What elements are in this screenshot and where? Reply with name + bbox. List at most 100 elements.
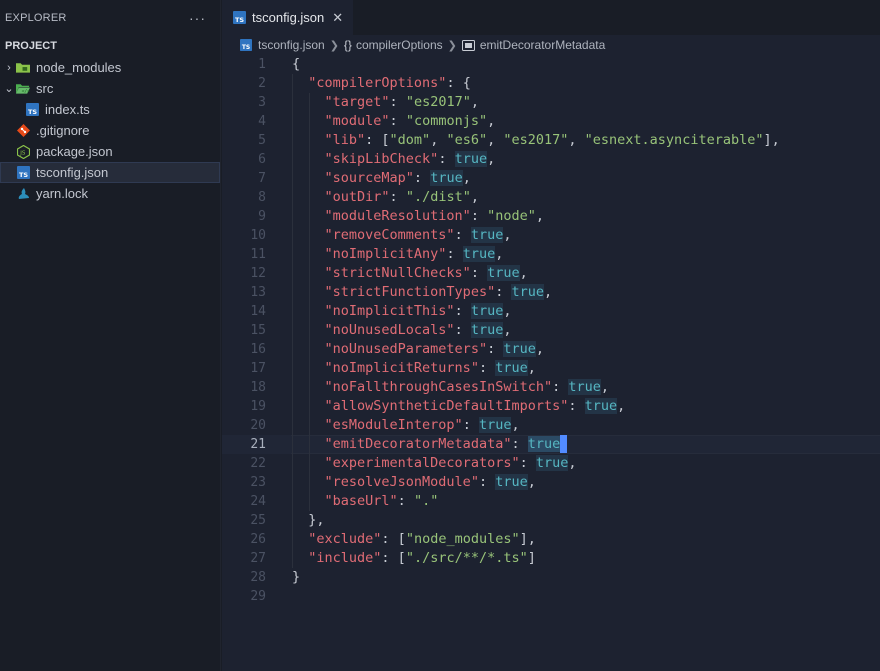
code-line[interactable]: 22 "experimentalDecorators": true, — [222, 454, 880, 473]
json-string: "./src/**/*.ts" — [405, 550, 528, 566]
json-key: "exclude" — [308, 531, 382, 547]
code-text: "noImplicitAny": true, — [292, 245, 503, 264]
json-punctuation: : { — [446, 75, 471, 91]
project-section-header[interactable]: PROJECT — [0, 36, 220, 56]
code-line[interactable]: 6 "skipLibCheck": true, — [222, 150, 880, 169]
indent-guide — [292, 549, 293, 568]
indent-guide — [292, 150, 293, 169]
code-line[interactable]: 20 "esModuleInterop": true, — [222, 416, 880, 435]
explorer-title: EXPLORER — [5, 12, 67, 24]
chevron-right-icon[interactable]: › — [2, 62, 16, 74]
json-punctuation: : — [552, 379, 569, 395]
breadcrumb-file[interactable]: TS tsconfig.json — [239, 38, 325, 52]
code-line[interactable]: 21 "emitDecoratorMetadata": true — [222, 435, 880, 454]
explorer-header: EXPLORER ··· — [0, 0, 220, 36]
indent-guide — [292, 169, 293, 188]
chevron-down-icon[interactable]: ⌄ — [2, 82, 16, 95]
json-key: "baseUrl" — [324, 493, 398, 509]
line-number: 28 — [250, 570, 266, 585]
code-line[interactable]: 27 "include": ["./src/**/*.ts"] — [222, 549, 880, 568]
code-line[interactable]: 17 "noImplicitReturns": true, — [222, 359, 880, 378]
code-line[interactable]: 16 "noUnusedParameters": true, — [222, 340, 880, 359]
json-punctuation: , — [519, 265, 528, 281]
code-text: "sourceMap": true, — [292, 169, 471, 188]
indent-guide — [292, 321, 293, 340]
line-number: 15 — [250, 323, 266, 338]
code-line[interactable]: 29 — [222, 587, 880, 606]
json-punctuation: : — [568, 398, 585, 414]
code-line[interactable]: 13 "strictFunctionTypes": true, — [222, 283, 880, 302]
close-icon[interactable]: ✕ — [332, 10, 343, 26]
code-line[interactable]: 15 "noUnusedLocals": true, — [222, 321, 880, 340]
code-line[interactable]: 11 "noImplicitAny": true, — [222, 245, 880, 264]
indent-guide — [292, 454, 293, 473]
json-punctuation: : — [389, 94, 406, 110]
indent-guide — [309, 131, 310, 150]
code-line[interactable]: 3 "target": "es2017", — [222, 93, 880, 112]
code-line[interactable]: 24 "baseUrl": "." — [222, 492, 880, 511]
json-punctuation: ] — [527, 550, 536, 566]
code-text: "lib": ["dom", "es6", "es2017", "esnext.… — [292, 131, 780, 150]
json-punctuation: , — [600, 379, 610, 395]
line-number: 25 — [250, 513, 266, 528]
code-text: { — [292, 55, 300, 74]
line-number: 18 — [250, 380, 266, 395]
more-actions-button[interactable]: ··· — [189, 10, 206, 26]
line-number: 2 — [258, 76, 266, 91]
indent-guide — [309, 207, 310, 226]
code-text: "noUnusedLocals": true, — [292, 321, 511, 340]
tree-item-src[interactable]: ⌄ </> src — [0, 78, 220, 99]
json-punctuation — [292, 75, 308, 91]
json-key: "allowSyntheticDefaultImports" — [324, 398, 569, 414]
tree-item-package-json[interactable]: JS package.json — [0, 141, 220, 162]
line-number: 3 — [258, 95, 266, 110]
indent-guide — [309, 397, 310, 416]
code-line[interactable]: 23 "resolveJsonModule": true, — [222, 473, 880, 492]
tree-item-node-modules[interactable]: › node_modules — [0, 57, 220, 78]
code-line[interactable]: 10 "removeComments": true, — [222, 226, 880, 245]
tab-tsconfig-json[interactable]: TS tsconfig.json ✕ — [222, 0, 354, 35]
code-line[interactable]: 14 "noImplicitThis": true, — [222, 302, 880, 321]
code-line[interactable]: 25 }, — [222, 511, 880, 530]
code-editor[interactable]: 1{2 "compilerOptions": {3 "target": "es2… — [222, 55, 880, 606]
indent-guide — [292, 112, 293, 131]
code-line[interactable]: 18 "noFallthroughCasesInSwitch": true, — [222, 378, 880, 397]
explorer-sidebar: EXPLORER ··· PROJECT › node_modules ⌄ </… — [0, 0, 221, 671]
indent-guide — [309, 169, 310, 188]
code-line[interactable]: 2 "compilerOptions": { — [222, 74, 880, 93]
code-text: "resolveJsonModule": true, — [292, 473, 536, 492]
indent-guide — [309, 492, 310, 511]
tree-item-index-ts[interactable]: TS index.ts — [0, 99, 220, 120]
line-number: 10 — [250, 228, 266, 243]
tree-item-yarn-lock[interactable]: yarn.lock — [0, 183, 220, 204]
indent-guide — [292, 93, 293, 112]
line-number: 1 — [258, 57, 266, 72]
code-line[interactable]: 8 "outDir": "./dist", — [222, 188, 880, 207]
nodejs-icon: JS — [16, 144, 30, 159]
json-boolean: true — [495, 360, 528, 376]
code-line[interactable]: 7 "sourceMap": true, — [222, 169, 880, 188]
line-number: 9 — [258, 209, 266, 224]
json-punctuation: , — [568, 455, 577, 471]
code-text: "noImplicitThis": true, — [292, 302, 511, 321]
json-punctuation: : — [495, 284, 512, 300]
code-line[interactable]: 28} — [222, 568, 880, 587]
code-line[interactable]: 19 "allowSyntheticDefaultImports": true, — [222, 397, 880, 416]
json-key: "removeComments" — [324, 227, 455, 243]
breadcrumb-compiler-options[interactable]: {} compilerOptions — [344, 38, 443, 52]
tab-bar: TS tsconfig.json ✕ — [222, 0, 880, 35]
code-line[interactable]: 26 "exclude": ["node_modules"], — [222, 530, 880, 549]
tree-item-gitignore[interactable]: .gitignore — [0, 120, 220, 141]
code-line[interactable]: 12 "strictNullChecks": true, — [222, 264, 880, 283]
json-boolean: true — [470, 303, 504, 319]
tree-item-tsconfig-json[interactable]: TS tsconfig.json — [0, 162, 220, 183]
code-line[interactable]: 1{ — [222, 55, 880, 74]
json-punctuation: : [ — [381, 531, 406, 547]
tree-item-label: node_modules — [36, 60, 122, 75]
code-line[interactable]: 4 "module": "commonjs", — [222, 112, 880, 131]
indent-guide — [292, 416, 293, 435]
code-line[interactable]: 9 "moduleResolution": "node", — [222, 207, 880, 226]
code-line[interactable]: 5 "lib": ["dom", "es6", "es2017", "esnex… — [222, 131, 880, 150]
indent-guide — [292, 340, 293, 359]
breadcrumb-emit-decorator-metadata[interactable]: emitDecoratorMetadata — [462, 38, 605, 52]
